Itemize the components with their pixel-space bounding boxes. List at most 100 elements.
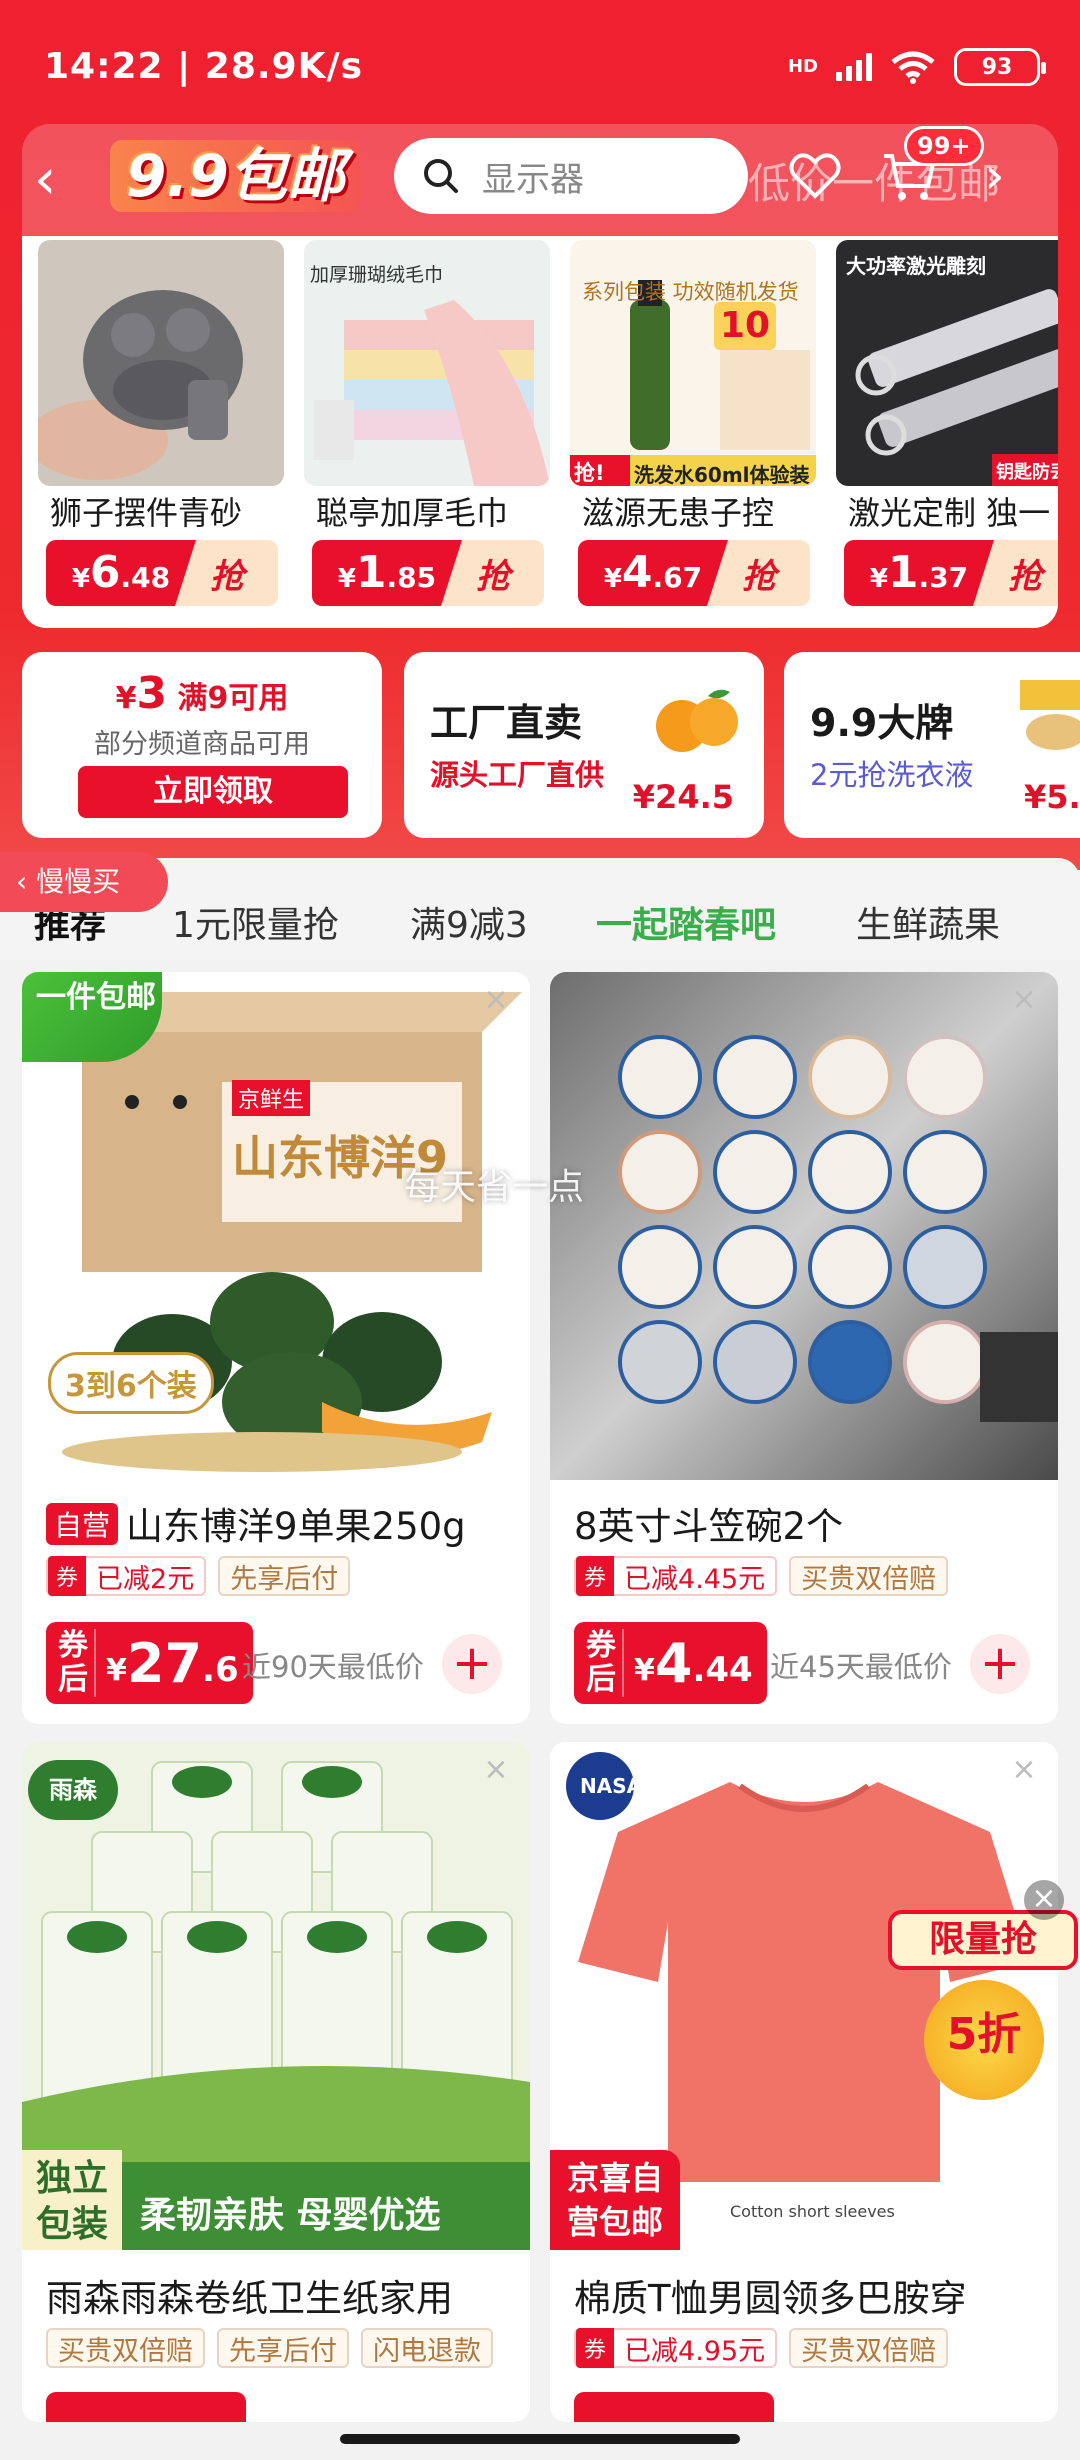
brand-price: ¥5. bbox=[1024, 778, 1080, 816]
laser-header: 大功率激光雕刻 bbox=[846, 254, 986, 278]
search-placeholder: 显示器 bbox=[482, 159, 584, 200]
deal-name: 聪亭加厚毛巾 bbox=[316, 494, 509, 532]
deal-name: 狮子摆件青砂 bbox=[50, 494, 243, 532]
service-tag: 买贵双倍赔 bbox=[46, 2328, 205, 2368]
shampoo-price-badge: 10 bbox=[714, 302, 776, 350]
product-image-bowls bbox=[550, 972, 1058, 1480]
jx-self-ship-badge: 京喜自营包邮 bbox=[550, 2150, 680, 2250]
detergent-image bbox=[1020, 680, 1080, 750]
deal-price[interactable]: ¥4.67 抢 bbox=[578, 540, 810, 606]
lowest-price-note: 近90天最低价 bbox=[242, 1650, 424, 1684]
status-bar: 14:22 | 28.9K/s HD 93 bbox=[0, 0, 1080, 130]
coupon-amount: ¥3 满9可用 bbox=[115, 668, 289, 719]
watermark: 每天省一点 bbox=[404, 1167, 585, 1208]
back-button[interactable]: ‹ bbox=[34, 148, 86, 212]
product-title: 棉质T恤男圆领多巴胺穿 bbox=[574, 2277, 967, 2320]
brand-title: 9.9大牌 bbox=[810, 701, 954, 745]
shampoo-bottom-text: 洗发水60ml体验装 bbox=[634, 463, 810, 486]
close-icon[interactable]: × bbox=[480, 1754, 512, 1786]
tab-discount[interactable]: 满9减3 bbox=[410, 896, 528, 948]
product-banner: 柔韧亲肤 母婴优选 bbox=[140, 2195, 441, 2236]
service-tag: 闪电退款 bbox=[361, 2328, 493, 2368]
deal-price[interactable]: ¥6.48 抢 bbox=[46, 540, 278, 606]
brand-logo: 雨森 bbox=[28, 1760, 118, 1820]
close-icon[interactable]: × bbox=[1008, 984, 1040, 1016]
self-operated-badge: 自营 bbox=[46, 1503, 119, 1545]
factory-card[interactable]: 工厂直卖 源头工厂直供 ¥24.5 bbox=[404, 652, 764, 838]
product-title: 雨森雨森卷纸卫生纸家用 bbox=[46, 2277, 453, 2320]
deal-item[interactable]: 大功率激光雕刻 钥匙防丢 激光定制 独一 ¥1.37 抢 bbox=[836, 236, 1058, 628]
pack-badge: 3到6个装 bbox=[48, 1352, 214, 1414]
battery-icon: 93 bbox=[954, 48, 1046, 86]
tab-fresh[interactable]: 生鲜蔬果 bbox=[856, 896, 1000, 948]
promo-badge: 9.9包邮 bbox=[110, 140, 361, 212]
factory-price: ¥24.5 bbox=[632, 778, 734, 816]
chevron-right-icon[interactable]: › bbox=[984, 146, 1005, 206]
tab-one-yuan[interactable]: 1元限量抢 bbox=[172, 896, 339, 948]
product-title: 自营 山东博洋9单果250g bbox=[46, 1496, 516, 1550]
individual-pack-badge: 独立包装 bbox=[22, 2150, 122, 2250]
coupon-tag: 券已减4.95元 bbox=[574, 2328, 778, 2368]
search-icon bbox=[424, 159, 458, 193]
service-tag: 买贵双倍赔 bbox=[789, 1556, 949, 1596]
close-icon[interactable]: × bbox=[1008, 1754, 1040, 1786]
deal-item[interactable]: 加厚珊瑚绒毛巾 聪亭加厚毛巾 ¥1.85 抢 bbox=[304, 236, 554, 628]
service-tag: 先享后付 bbox=[218, 1556, 351, 1596]
product-price bbox=[46, 2392, 246, 2422]
product-tags: 券已减2元 先享后付 bbox=[46, 1556, 351, 1596]
product-card[interactable]: 京鲜生 山东博洋9 3到6个装 一件包邮 × 自营 山东博洋9单果250g 券已减… bbox=[22, 972, 530, 1724]
slow-buy-button[interactable]: ‹ 慢慢买 bbox=[0, 852, 168, 912]
shirt-caption: Cotton short sleeves bbox=[730, 2202, 895, 2221]
deal-price[interactable]: ¥1.85 抢 bbox=[312, 540, 544, 606]
brand-sub: 2元抢洗衣液 bbox=[810, 758, 974, 792]
product-tags: 券已减4.45元 买贵双倍赔 bbox=[574, 1556, 949, 1596]
deal-item[interactable]: 系列包装 功效随机发货 10 抢! 洗发水60ml体验装 滋源无患子控 ¥4.6… bbox=[570, 236, 820, 628]
shampoo-grab: 抢! bbox=[574, 461, 605, 485]
product-price: 券后 ¥4.44 bbox=[574, 1622, 767, 1704]
coupon-desc: 部分频道商品可用 bbox=[94, 729, 310, 760]
coupon-card[interactable]: ¥3 满9可用 部分频道商品可用 立即领取 bbox=[22, 652, 382, 838]
tab-spring[interactable]: 一起踏春吧 bbox=[596, 896, 776, 948]
deal-item[interactable]: 狮子摆件青砂 ¥6.48 抢 bbox=[38, 236, 288, 628]
orange-image bbox=[656, 689, 738, 752]
towel-header: 加厚珊瑚绒毛巾 bbox=[310, 264, 444, 286]
service-tag: 买贵双倍赔 bbox=[789, 2328, 949, 2368]
laser-tag: 钥匙防丢 bbox=[996, 462, 1058, 483]
product-card[interactable]: × 8英寸斗笠碗2个 券已减4.45元 买贵双倍赔 券后 ¥4.44 近45天最低… bbox=[550, 972, 1058, 1724]
product-title: 8英寸斗笠碗2个 bbox=[574, 1505, 844, 1548]
lowest-price-note: 近45天最低价 bbox=[770, 1650, 952, 1684]
search-input[interactable]: 显示器 bbox=[394, 138, 748, 214]
deal-image-laser: 大功率激光雕刻 钥匙防丢 bbox=[836, 240, 1058, 486]
deal-image-shampoo: 系列包装 功效随机发货 10 抢! 洗发水60ml体验装 bbox=[570, 240, 816, 486]
product-price bbox=[574, 2392, 774, 2422]
product-card[interactable]: 雨森 独立包装 柔韧亲肤 母婴优选 × 雨森雨森卷纸卫生纸家用 买贵双倍赔 先享… bbox=[22, 1742, 530, 2422]
signal-icon bbox=[836, 53, 872, 81]
add-to-cart-button[interactable]: + bbox=[442, 1634, 502, 1694]
product-tags: 买贵双倍赔 先享后付 闪电退款 bbox=[46, 2328, 493, 2368]
close-promo-icon[interactable]: × bbox=[1024, 1880, 1064, 1920]
wifi-icon bbox=[891, 51, 935, 84]
coupon-tag: 券已减2元 bbox=[46, 1556, 207, 1596]
deal-name: 激光定制 独一 bbox=[848, 494, 1051, 532]
add-to-cart-button[interactable]: + bbox=[970, 1634, 1030, 1694]
heart-icon[interactable] bbox=[786, 146, 844, 204]
cart-badge: 99+ bbox=[904, 126, 984, 166]
status-icons: HD 93 bbox=[787, 48, 1046, 86]
brand-card[interactable]: 9.9大牌 2元抢洗衣液 ¥5. bbox=[784, 652, 1080, 838]
product-price: 券后 ¥27.6 bbox=[46, 1622, 253, 1704]
home-indicator[interactable] bbox=[340, 2434, 740, 2444]
deal-price[interactable]: ¥1.37 抢 bbox=[844, 540, 1058, 606]
service-tag: 先享后付 bbox=[217, 2328, 349, 2368]
factory-title: 工厂直卖 bbox=[430, 701, 583, 745]
flash-deal-card: 狮子摆件青砂 ¥6.48 抢 加厚珊瑚绒毛巾 聪亭加厚毛巾 ¥1.85 抢 系列… bbox=[22, 236, 1058, 628]
battery-level: 93 bbox=[981, 54, 1013, 80]
status-time: 14:22 | 28.9K/s bbox=[44, 46, 364, 87]
close-icon[interactable]: × bbox=[480, 984, 512, 1016]
box-brand: 京鲜生 bbox=[232, 1080, 311, 1116]
deal-image-towel: 加厚珊瑚绒毛巾 bbox=[304, 240, 550, 486]
network-hd-label: HD bbox=[787, 56, 818, 77]
claim-coupon-button[interactable]: 立即领取 bbox=[78, 766, 348, 818]
product-image-melon: 京鲜生 山东博洋9 3到6个装 一件包邮 bbox=[22, 972, 530, 1480]
deal-image-lion bbox=[38, 240, 284, 486]
nasa-logo: NASA bbox=[580, 1774, 643, 1798]
